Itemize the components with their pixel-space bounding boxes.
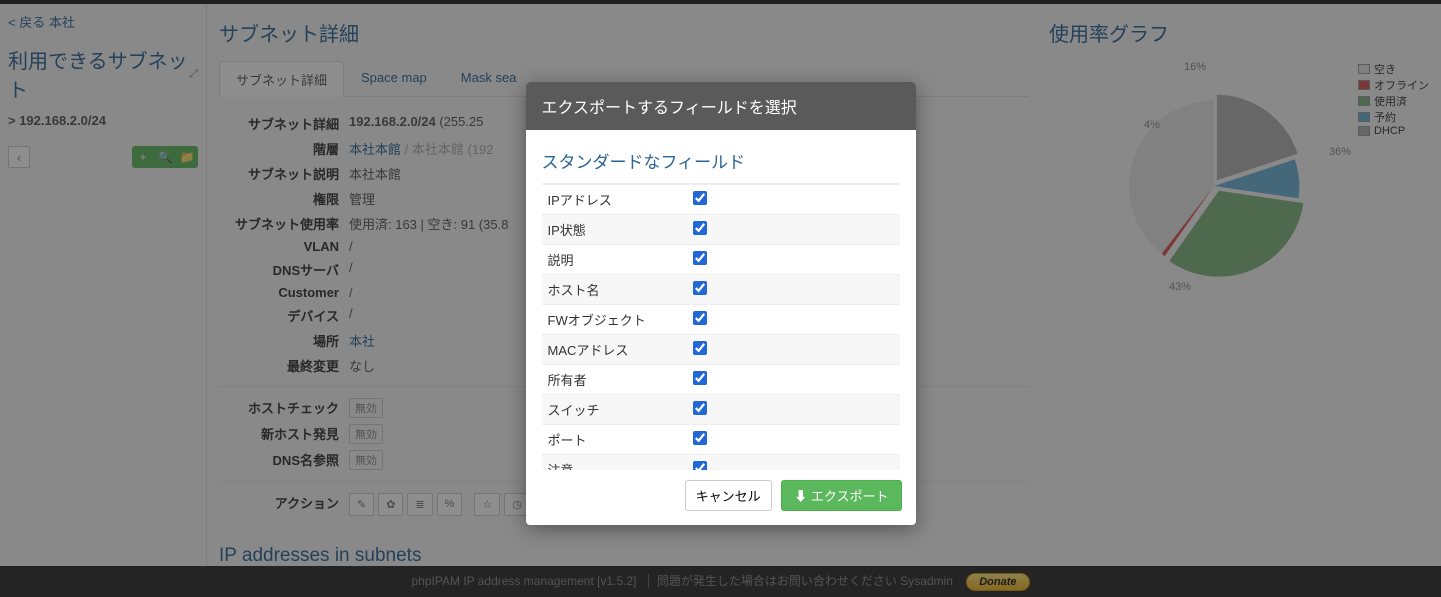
field-label: 所有者 xyxy=(542,365,687,395)
field-label: 注意 xyxy=(542,455,687,471)
checkbox-description[interactable] xyxy=(693,251,707,265)
checkbox-note[interactable] xyxy=(693,461,707,470)
checkbox-port[interactable] xyxy=(693,431,707,445)
cancel-button[interactable]: キャンセル xyxy=(685,480,772,511)
checkbox-ipaddress[interactable] xyxy=(693,191,707,205)
field-label: FWオブジェクト xyxy=(542,305,687,335)
field-label: IP状態 xyxy=(542,215,687,245)
checkbox-fwobject[interactable] xyxy=(693,311,707,325)
field-label: MACアドレス xyxy=(542,335,687,365)
field-label: 説明 xyxy=(542,245,687,275)
export-fields-modal: エクスポートするフィールドを選択 スタンダードなフィールド IPアドレス IP状… xyxy=(526,82,916,525)
checkbox-ipstatus[interactable] xyxy=(693,221,707,235)
checkbox-hostname[interactable] xyxy=(693,281,707,295)
field-label: ポート xyxy=(542,425,687,455)
field-label: スイッチ xyxy=(542,395,687,425)
export-button[interactable]: ⬇ エクスポート xyxy=(781,480,901,511)
modal-section-header: スタンダードなフィールド xyxy=(542,142,900,184)
checkbox-owner[interactable] xyxy=(693,371,707,385)
checkbox-mac[interactable] xyxy=(693,341,707,355)
checkbox-switch[interactable] xyxy=(693,401,707,415)
field-label: IPアドレス xyxy=(542,185,687,215)
modal-title: エクスポートするフィールドを選択 xyxy=(526,82,916,130)
download-icon: ⬇ xyxy=(794,489,807,504)
field-label: ホスト名 xyxy=(542,275,687,305)
